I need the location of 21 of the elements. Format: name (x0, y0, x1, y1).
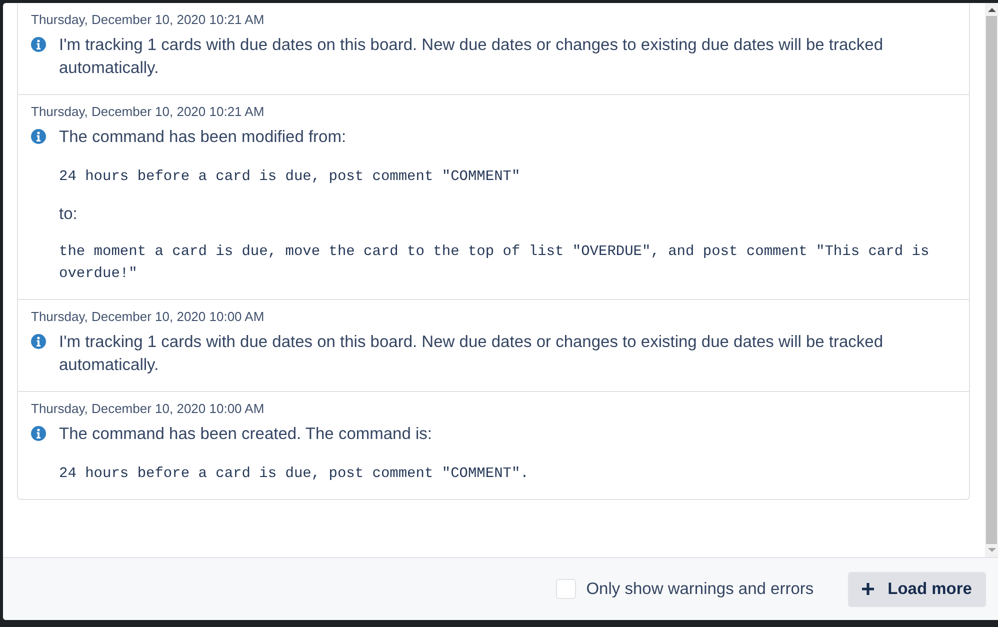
log-message: I'm tracking 1 cards with due dates on this board. New due dates or changes to existing due dates will be tracked automatically. (59, 332, 884, 376)
checkbox-label: Only show warnings and errors (586, 580, 814, 598)
timestamp: Thursday, December 10, 2020 10:00 AM (31, 309, 266, 324)
timestamp: Thursday, December 10, 2020 10:21 AM (31, 12, 266, 27)
log-message: I'm tracking 1 cards with due dates on this board. New due dates or changes to existing due dates will be tracked automatically. (59, 35, 884, 79)
info-icon (31, 37, 46, 52)
timestamp: Thursday, December 10, 2020 10:00 AM (31, 401, 266, 416)
info-icon (31, 129, 46, 144)
info-icon (31, 334, 46, 349)
log-message: to: (59, 205, 78, 224)
log-message: The command has been modified from: (59, 127, 346, 148)
load-more-button[interactable]: Load more (848, 572, 986, 606)
log-message: The command has been created. The command is: (59, 424, 432, 445)
info-icon (31, 426, 46, 441)
checkbox[interactable] (556, 579, 576, 599)
command-text: 24 hours before a card is due, post comment "COMMENT". (59, 465, 530, 484)
scrollbar[interactable] (985, 3, 998, 557)
command-text: the moment a card is due, move the card to the top of list "OVERDUE", and post comment "This card is overdue!" (59, 243, 930, 284)
command-text: 24 hours before a card is due, post comment "COMMENT" (59, 168, 522, 187)
timestamp: Thursday, December 10, 2020 10:21 AM (31, 104, 266, 119)
plus-icon (862, 583, 874, 595)
